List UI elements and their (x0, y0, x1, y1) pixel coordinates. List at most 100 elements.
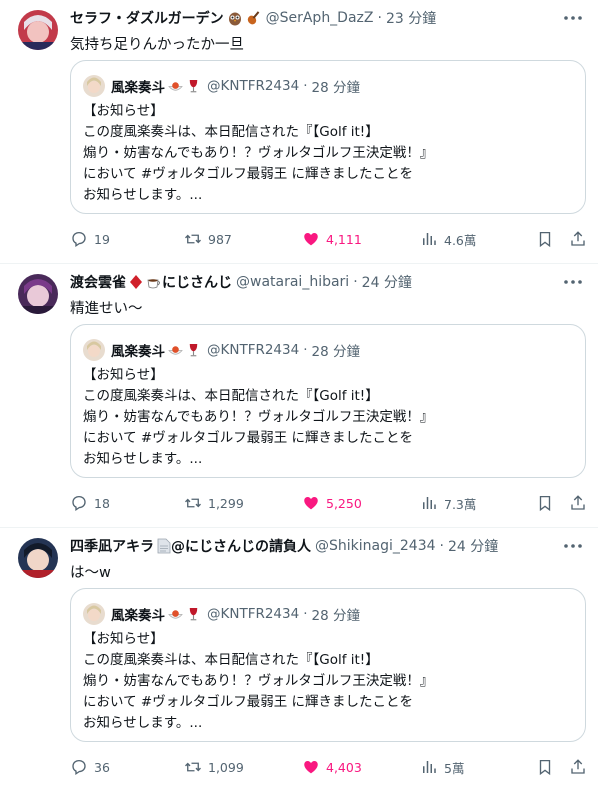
quoted-tweet-text: 【お知らせ】 この度風楽奏斗は、本日配信された『【Golf it!】 煽り・妨害… (83, 631, 434, 731)
retweet-count: 987 (208, 231, 232, 247)
display-name-suffix[interactable]: @にじさんじの請負人 (171, 536, 311, 556)
retweet-button[interactable]: 1,099 (184, 756, 244, 778)
avatar[interactable] (18, 274, 58, 314)
views-button[interactable]: 5萬 (420, 756, 464, 778)
user-handle[interactable]: @SerAph_DazZ (266, 10, 374, 26)
reply-icon (72, 231, 86, 248)
more-options-icon[interactable] (562, 536, 584, 556)
timestamp[interactable]: 23 分鐘 (386, 8, 436, 28)
timeline-feed: セラフ・ダズルガーデン @SerAph_DazZ · 23 分鐘 気持ち足りんか… (0, 0, 598, 792)
timestamp: 28 分鐘 (311, 608, 360, 624)
display-name: 風楽奏斗 (111, 80, 165, 96)
tweet-actions: 36 1,099 4,403 5萬 (70, 756, 590, 778)
tweet-header: 渡会雲雀 にじさんじ @watarai_hibari · 24 分鐘 (70, 272, 412, 292)
violin-icon (246, 10, 262, 26)
quoted-tweet-text: 【お知らせ】 この度風楽奏斗は、本日配信された『【Golf it!】 煽り・妨害… (83, 103, 434, 203)
view-count: 7.3萬 (444, 496, 477, 512)
avatar[interactable] (18, 538, 58, 578)
bookmark-icon (539, 231, 551, 248)
reply-icon (72, 759, 86, 776)
display-name[interactable]: セラフ・ダズルガーデン (70, 8, 224, 28)
avatar[interactable] (18, 10, 58, 50)
pasta-icon (168, 79, 183, 94)
reply-button[interactable]: 36 (70, 756, 110, 778)
like-button[interactable]: 5,250 (302, 492, 362, 514)
quoted-tweet[interactable]: 風楽奏斗 @KNTFR2434 · 28 分鐘 【お知らせ】 この度風楽奏斗は、… (70, 60, 586, 214)
like-count: 4,111 (326, 231, 362, 247)
more-options-icon[interactable] (562, 272, 584, 292)
reply-icon (72, 495, 86, 512)
wine-glass-icon (186, 607, 201, 622)
reply-count: 18 (94, 495, 110, 511)
retweet-button[interactable]: 1,299 (184, 492, 244, 514)
views-chart-icon (423, 497, 436, 509)
share-button[interactable] (569, 492, 593, 514)
bookmark-button[interactable] (536, 756, 560, 778)
display-name-suffix[interactable]: にじさんじ (162, 272, 232, 292)
bookmark-button[interactable] (536, 492, 560, 514)
timestamp[interactable]: 24 分鐘 (448, 536, 498, 556)
tweet[interactable]: 四季凪アキラ @にじさんじの請負人 @Shikinagi_2434 · 24 分… (0, 528, 598, 792)
quoted-tweet-text: 【お知らせ】 この度風楽奏斗は、本日配信された『【Golf it!】 煽り・妨害… (83, 367, 434, 467)
display-name[interactable]: 四季凪アキラ (70, 536, 154, 556)
retweet-icon (185, 498, 201, 508)
heart-icon (304, 761, 318, 774)
retweet-icon (185, 762, 201, 772)
reply-button[interactable]: 19 (70, 228, 110, 250)
pasta-icon (168, 343, 183, 358)
owl-icon (227, 10, 243, 26)
share-button[interactable] (569, 756, 593, 778)
pasta-icon (168, 607, 183, 622)
tweet-text: 精進せい〜 (70, 301, 143, 317)
like-button[interactable]: 4,403 (302, 756, 362, 778)
document-icon (157, 538, 171, 554)
tweet-header: セラフ・ダズルガーデン @SerAph_DazZ · 23 分鐘 (70, 8, 437, 28)
view-count: 4.6萬 (444, 232, 477, 248)
views-chart-icon (423, 233, 436, 245)
quoted-tweet-header: 風楽奏斗 @KNTFR2434 · 28 分鐘 (83, 339, 360, 361)
like-count: 5,250 (326, 495, 362, 511)
views-button[interactable]: 7.3萬 (420, 492, 476, 514)
timestamp: 28 分鐘 (311, 80, 360, 96)
retweet-icon (185, 234, 201, 244)
avatar (83, 75, 105, 97)
tweet[interactable]: セラフ・ダズルガーデン @SerAph_DazZ · 23 分鐘 気持ち足りんか… (0, 0, 598, 264)
share-button[interactable] (569, 228, 593, 250)
quoted-tweet[interactable]: 風楽奏斗 @KNTFR2434 · 28 分鐘 【お知らせ】 この度風楽奏斗は、… (70, 324, 586, 478)
more-options-icon[interactable] (562, 8, 584, 28)
reply-button[interactable]: 18 (70, 492, 110, 514)
user-handle: @KNTFR2434 (207, 342, 300, 358)
user-handle[interactable]: @Shikinagi_2434 (315, 538, 436, 554)
timestamp[interactable]: 24 分鐘 (362, 272, 412, 292)
heart-icon (304, 233, 318, 246)
timestamp: 28 分鐘 (311, 344, 360, 360)
views-button[interactable]: 4.6萬 (420, 228, 476, 250)
coffee-icon (146, 274, 162, 290)
quoted-tweet-header: 風楽奏斗 @KNTFR2434 · 28 分鐘 (83, 75, 360, 97)
tweet-header: 四季凪アキラ @にじさんじの請負人 @Shikinagi_2434 · 24 分… (70, 536, 499, 556)
tweet-text: は〜w (70, 565, 111, 581)
bookmark-icon (539, 495, 551, 512)
quoted-tweet[interactable]: 風楽奏斗 @KNTFR2434 · 28 分鐘 【お知らせ】 この度風楽奏斗は、… (70, 588, 586, 742)
like-count: 4,403 (326, 759, 362, 775)
like-button[interactable]: 4,111 (302, 228, 362, 250)
retweet-count: 1,299 (208, 495, 244, 511)
share-icon (571, 495, 585, 510)
display-name[interactable]: 渡会雲雀 (70, 272, 126, 292)
reply-count: 36 (94, 759, 110, 775)
avatar (83, 603, 105, 625)
wine-glass-icon (186, 79, 201, 94)
views-chart-icon (423, 761, 436, 773)
user-handle: @KNTFR2434 (207, 78, 300, 94)
quoted-tweet-header: 風楽奏斗 @KNTFR2434 · 28 分鐘 (83, 603, 360, 625)
user-handle[interactable]: @watarai_hibari (236, 274, 349, 290)
retweet-button[interactable]: 987 (184, 228, 232, 250)
share-icon (571, 231, 585, 246)
bookmark-button[interactable] (536, 228, 560, 250)
tweet[interactable]: 渡会雲雀 にじさんじ @watarai_hibari · 24 分鐘 精進せい〜… (0, 264, 598, 528)
share-icon (571, 759, 585, 774)
reply-count: 19 (94, 231, 110, 247)
view-count: 5萬 (444, 760, 465, 776)
bookmark-icon (539, 759, 551, 776)
heart-icon (304, 497, 318, 510)
